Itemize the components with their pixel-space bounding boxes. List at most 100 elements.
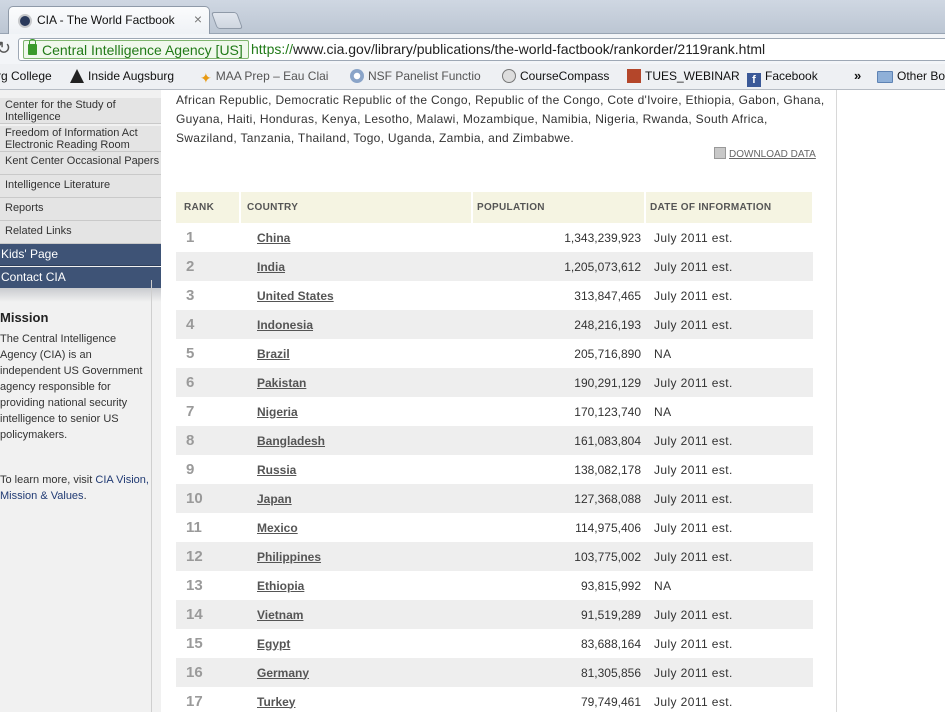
date-cell: NA bbox=[654, 346, 672, 361]
population-cell: 190,291,129 bbox=[472, 368, 645, 397]
population-cell: 1,343,239,923 bbox=[564, 230, 641, 245]
country-cell: United States bbox=[240, 281, 472, 310]
population-cell: 127,368,088 bbox=[472, 484, 645, 513]
bookmarks-overflow-chevron[interactable]: » bbox=[854, 68, 861, 83]
table-row: 1 China 1,343,239,923 July 2011 est. bbox=[176, 223, 813, 252]
country-cell: Turkey bbox=[240, 687, 472, 712]
country-link[interactable]: Ethiopia bbox=[257, 579, 304, 593]
intro-paragraph: African Republic, Democratic Republic of… bbox=[176, 93, 825, 145]
population-cell: 205,716,890 bbox=[574, 346, 641, 361]
sidebar-kids-page[interactable]: Kids' Page bbox=[0, 244, 161, 266]
sidebar-link-related-links[interactable]: Related Links bbox=[0, 221, 161, 244]
new-tab-button[interactable] bbox=[210, 12, 244, 29]
header-population[interactable]: POPULATION bbox=[472, 192, 646, 223]
date-cell: July 2011 est. bbox=[645, 600, 813, 629]
reload-icon[interactable]: ↻ bbox=[0, 38, 11, 59]
rank-cell: 4 bbox=[176, 310, 240, 339]
sidebar-link-foia[interactable]: Freedom of Information Act Electronic Re… bbox=[0, 126, 161, 152]
country-link[interactable]: Japan bbox=[257, 492, 292, 506]
content-border bbox=[151, 280, 152, 712]
bookmark-inside-augsburg[interactable]: Inside Augsburg bbox=[70, 69, 174, 83]
bookmark-facebook[interactable]: f Facebook bbox=[747, 69, 818, 87]
population-cell: 93,815,992 bbox=[580, 578, 641, 593]
date-cell: July 2011 est. bbox=[654, 230, 733, 245]
table-row: 12 Philippines 103,775,002 July 2011 est. bbox=[176, 542, 813, 571]
header-country[interactable]: COUNTRY bbox=[240, 192, 473, 223]
table-row: 16 Germany 81,305,856 July 2011 est. bbox=[176, 658, 813, 687]
table-row: 2 India 1,205,073,612 July 2011 est. bbox=[176, 252, 813, 281]
country-link[interactable]: Brazil bbox=[257, 347, 290, 361]
country-link[interactable]: Indonesia bbox=[257, 318, 313, 332]
date-cell: July 2011 est. bbox=[645, 368, 813, 397]
sidebar-divider bbox=[0, 288, 161, 302]
population-cell: 81,305,856 bbox=[472, 658, 645, 687]
country-link[interactable]: Turkey bbox=[257, 695, 295, 709]
rank-cell: 13 bbox=[186, 577, 203, 594]
country-link[interactable]: Philippines bbox=[257, 550, 321, 564]
mission-heading: Mission bbox=[0, 310, 49, 325]
table-row: 11 Mexico 114,975,406 July 2011 est. bbox=[176, 513, 813, 542]
population-cell: 1,205,073,612 bbox=[472, 252, 645, 281]
lock-icon bbox=[28, 39, 37, 55]
country-link[interactable]: Vietnam bbox=[257, 608, 303, 622]
date-cell: July 2011 est. bbox=[645, 252, 813, 281]
bookmark-maa-prep[interactable]: ✦ MAA Prep – Eau Clai bbox=[200, 69, 328, 85]
rank-cell: 9 bbox=[186, 461, 195, 478]
right-border bbox=[836, 90, 837, 712]
sidebar-link-intelligence-literature[interactable]: Intelligence Literature bbox=[0, 175, 161, 198]
address-bar[interactable]: Central Intelligence Agency [US] https:/… bbox=[18, 38, 945, 61]
date-cell: July 2011 est. bbox=[645, 310, 813, 339]
augsburg-icon bbox=[70, 69, 84, 83]
country-link[interactable]: Germany bbox=[257, 666, 309, 680]
population-cell: 114,975,406 bbox=[575, 520, 641, 535]
country-link[interactable]: Nigeria bbox=[257, 405, 298, 419]
population-rank-table: RANK COUNTRY POPULATION DATE OF INFORMAT… bbox=[176, 192, 814, 712]
bookmark-nsf[interactable]: NSF Panelist Functio bbox=[350, 69, 481, 83]
url-text[interactable]: https://www.cia.gov/library/publications… bbox=[251, 40, 765, 58]
header-date[interactable]: DATE OF INFORMATION bbox=[645, 192, 814, 223]
country-link[interactable]: United States bbox=[257, 289, 334, 303]
rank-cell: 16 bbox=[176, 658, 240, 687]
bookmark-college[interactable]: rg College bbox=[0, 69, 52, 83]
psa-icon bbox=[627, 69, 641, 83]
tab-title: CIA - The World Factbook bbox=[37, 13, 175, 27]
rank-cell: 11 bbox=[186, 519, 202, 536]
date-cell: NA bbox=[654, 404, 672, 419]
date-cell: July 2011 est. bbox=[654, 694, 733, 709]
bookmark-other[interactable]: Other Bo bbox=[877, 69, 945, 83]
date-cell: July 2011 est. bbox=[645, 542, 813, 571]
country-link[interactable]: Egypt bbox=[257, 637, 290, 651]
country-link[interactable]: Bangladesh bbox=[257, 434, 325, 448]
browser-tab[interactable]: CIA - The World Factbook × bbox=[8, 6, 210, 35]
mission-learn-more: To learn more, visit CIA Vision, Mission… bbox=[0, 474, 149, 502]
country-link[interactable]: Russia bbox=[257, 463, 296, 477]
country-link[interactable]: Pakistan bbox=[257, 376, 306, 390]
country-cell: Pakistan bbox=[240, 368, 472, 397]
sidebar-link-reports[interactable]: Reports bbox=[0, 198, 161, 221]
header-rank[interactable]: RANK bbox=[176, 192, 241, 223]
country-cell: Ethiopia bbox=[240, 571, 472, 600]
date-cell: July 2011 est. bbox=[654, 462, 733, 477]
country-link[interactable]: Mexico bbox=[257, 521, 298, 535]
sidebar-link-center-study[interactable]: Center for the Study of Intelligence bbox=[0, 98, 161, 124]
sidebar-link-kent-center[interactable]: Kent Center Occasional Papers bbox=[0, 152, 161, 175]
ev-certificate-badge[interactable]: Central Intelligence Agency [US] bbox=[23, 39, 249, 59]
table-row: 5 Brazil 205,716,890 NA bbox=[176, 339, 813, 368]
table-row: 17 Turkey 79,749,461 July 2011 est. bbox=[176, 687, 813, 712]
bookmark-coursecompass[interactable]: CourseCompass bbox=[502, 69, 609, 83]
table-row: 9 Russia 138,082,178 July 2011 est. bbox=[176, 455, 813, 484]
country-link[interactable]: China bbox=[257, 231, 290, 245]
globe-icon bbox=[502, 69, 516, 83]
bookmark-tues-webinar[interactable]: TUES_WEBINAR bbox=[627, 69, 740, 83]
country-cell: China bbox=[240, 223, 472, 252]
toolbar: ↻ Central Intelligence Agency [US] https… bbox=[0, 34, 945, 64]
sidebar-contact-cia[interactable]: Contact CIA bbox=[0, 267, 161, 289]
rank-cell: 10 bbox=[176, 484, 240, 513]
table-row: 3 United States 313,847,465 July 2011 est. bbox=[176, 281, 813, 310]
country-cell: Russia bbox=[240, 455, 472, 484]
country-cell: Vietnam bbox=[240, 600, 472, 629]
rank-cell: 6 bbox=[176, 368, 240, 397]
download-data-link[interactable]: DOWNLOAD DATA bbox=[714, 147, 816, 160]
close-icon[interactable]: × bbox=[194, 11, 202, 27]
country-link[interactable]: India bbox=[257, 260, 285, 274]
